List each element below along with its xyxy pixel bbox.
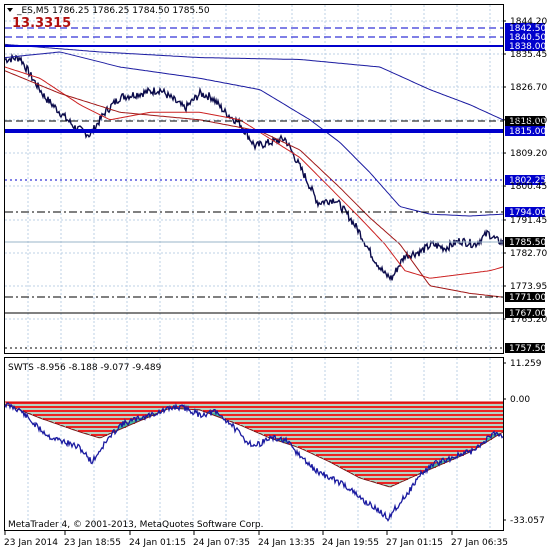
chart-window[interactable]: 1842.501840.501838.001818.001815.001802.… [0, 0, 550, 550]
